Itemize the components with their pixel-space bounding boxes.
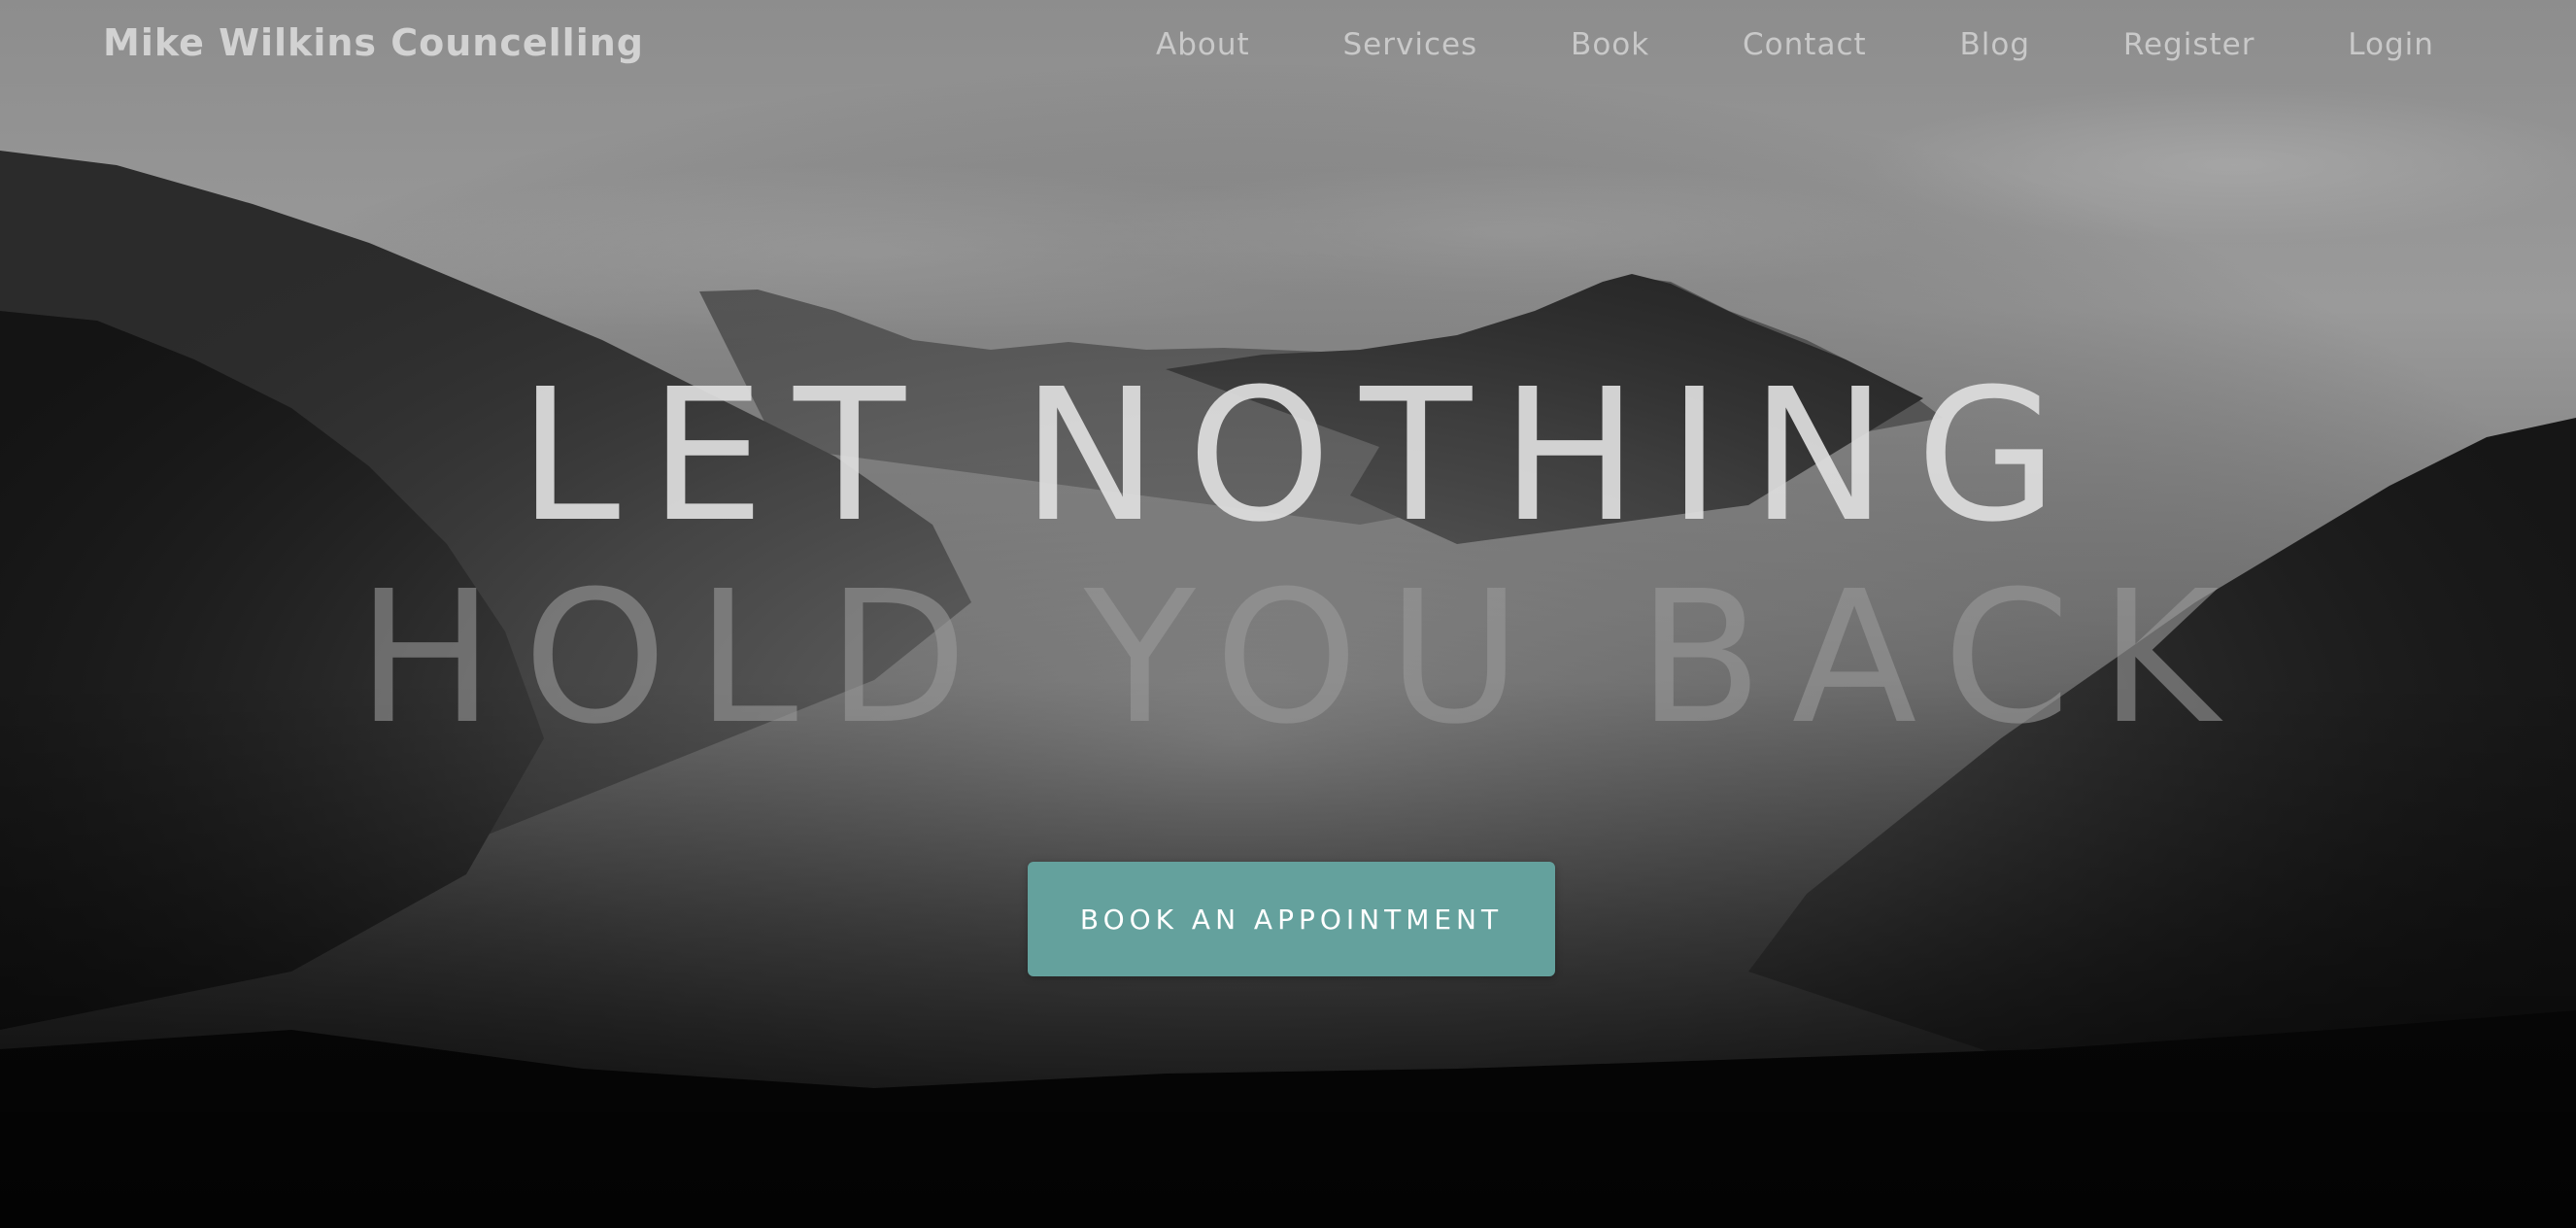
- nav-link-register[interactable]: Register: [2123, 27, 2255, 62]
- brand-logo-link[interactable]: Mike Wilkins Councelling: [103, 21, 644, 64]
- nav-link-login[interactable]: Login: [2348, 27, 2434, 62]
- nav-link-book[interactable]: Book: [1571, 27, 1649, 62]
- nav-link-services[interactable]: Services: [1342, 27, 1477, 62]
- hero-headline-line-1: LET NOTHING: [518, 350, 2087, 563]
- top-navbar: Mike Wilkins Councelling About Services …: [0, 0, 2576, 89]
- hero-headline-line-2: HOLD YOU BACK: [356, 552, 2249, 765]
- nav-link-contact[interactable]: Contact: [1743, 27, 1867, 62]
- nav-link-blog[interactable]: Blog: [1959, 27, 2030, 62]
- nav-menu: About Services Book Contact Blog Registe…: [1156, 25, 2434, 64]
- nav-link-about[interactable]: About: [1156, 27, 1250, 62]
- book-appointment-button[interactable]: BOOK AN APPOINTMENT: [1028, 862, 1555, 976]
- landing-page: Mike Wilkins Councelling About Services …: [0, 0, 2576, 1228]
